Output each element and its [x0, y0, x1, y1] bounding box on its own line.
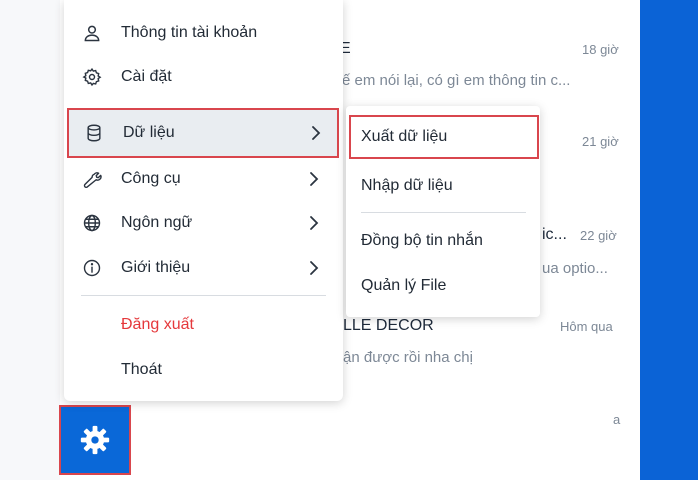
conversation-snippet: ua optio... — [542, 260, 608, 277]
menu-divider — [81, 295, 326, 296]
settings-button[interactable] — [59, 405, 131, 475]
submenu-item-label: Xuất dữ liệu — [361, 128, 448, 145]
wrench-icon — [81, 168, 103, 190]
conversation-time: Hôm qua — [560, 319, 613, 334]
conversation-time: a — [613, 412, 621, 427]
menu-item-label: Thoát — [121, 361, 162, 378]
database-icon — [83, 122, 105, 144]
gear-icon — [78, 423, 112, 457]
conversation-name: ic... — [542, 226, 567, 243]
menu-item-label: Dữ liệu — [123, 124, 175, 141]
menu-item-settings[interactable]: Cài đặt — [64, 56, 343, 98]
menu-item-logout[interactable]: Đăng xuất — [64, 304, 343, 346]
submenu-item-export-data[interactable]: Xuất dữ liệu — [349, 115, 539, 159]
menu-item-label: Giới thiệu — [121, 259, 191, 276]
conversation-time: 22 giờ — [580, 228, 617, 243]
conversation-time: 18 giờ — [582, 42, 619, 57]
menu-item-label: Đăng xuất — [121, 316, 194, 333]
globe-icon — [81, 212, 103, 234]
gear-icon — [81, 66, 103, 88]
chevron-right-icon — [308, 260, 320, 276]
submenu-item-label: Nhập dữ liệu — [361, 177, 453, 194]
submenu-item-label: Quản lý File — [361, 277, 447, 294]
menu-item-language[interactable]: Ngôn ngữ — [64, 202, 343, 244]
menu-item-account-info[interactable]: Thông tin tài khoản — [64, 12, 343, 54]
conversation-name: LLE DECOR — [343, 317, 434, 334]
conversation-snippet: ận được rồi nha chị — [343, 349, 473, 366]
menu-item-tools[interactable]: Công cụ — [64, 158, 343, 200]
menu-item-label: Thông tin tài khoản — [121, 24, 258, 41]
submenu-item-sync-messages[interactable]: Đồng bộ tin nhắn — [346, 221, 540, 261]
menu-item-label: Cài đặt — [121, 68, 172, 85]
right-blue-background — [640, 0, 698, 480]
submenu-item-file-manager[interactable]: Quản lý File — [346, 266, 540, 306]
menu-item-data[interactable]: Dữ liệu — [67, 108, 339, 158]
conversation-time: 21 giờ — [582, 134, 619, 149]
chevron-right-icon — [308, 215, 320, 231]
info-icon — [81, 257, 103, 279]
submenu-item-label: Đồng bộ tin nhắn — [361, 232, 483, 249]
conversation-snippet: ế em nói lại, có gì em thông tin c... — [342, 72, 571, 89]
menu-item-label: Công cụ — [121, 170, 181, 187]
user-icon — [81, 22, 103, 44]
menu-item-label: Ngôn ngữ — [121, 214, 193, 231]
chevron-right-icon — [310, 125, 322, 141]
data-submenu: Xuất dữ liệu Nhập dữ liệu Đồng bộ tin nh… — [346, 106, 540, 317]
chevron-right-icon — [308, 171, 320, 187]
submenu-divider — [361, 212, 526, 213]
menu-item-exit[interactable]: Thoát — [64, 349, 343, 391]
settings-menu: Thông tin tài khoản Cài đặt Dữ liệu Công… — [64, 0, 343, 401]
menu-item-about[interactable]: Giới thiệu — [64, 247, 343, 289]
submenu-item-import-data[interactable]: Nhập dữ liệu — [346, 166, 540, 206]
